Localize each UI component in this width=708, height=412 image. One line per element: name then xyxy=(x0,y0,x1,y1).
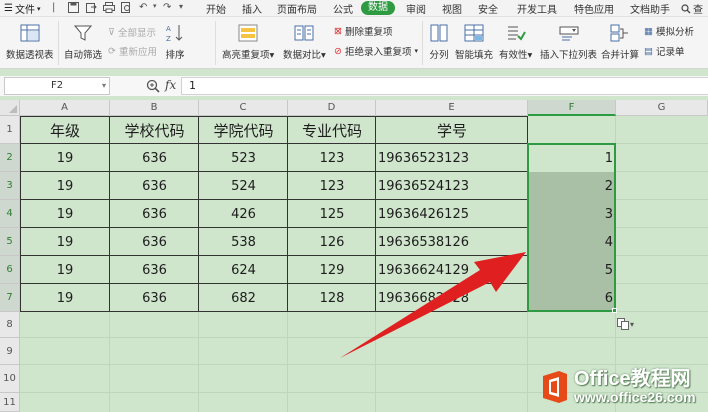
arrow-shape xyxy=(340,252,526,358)
watermark-text: Office教程网 www.office26.com xyxy=(574,369,696,405)
watermark-brand: Office教程网 xyxy=(574,368,691,390)
watermark: Office教程网 www.office26.com xyxy=(540,362,708,412)
watermark-url: www.office26.com xyxy=(574,389,696,405)
office-logo-icon xyxy=(543,371,567,403)
annotation-arrow xyxy=(340,252,526,358)
